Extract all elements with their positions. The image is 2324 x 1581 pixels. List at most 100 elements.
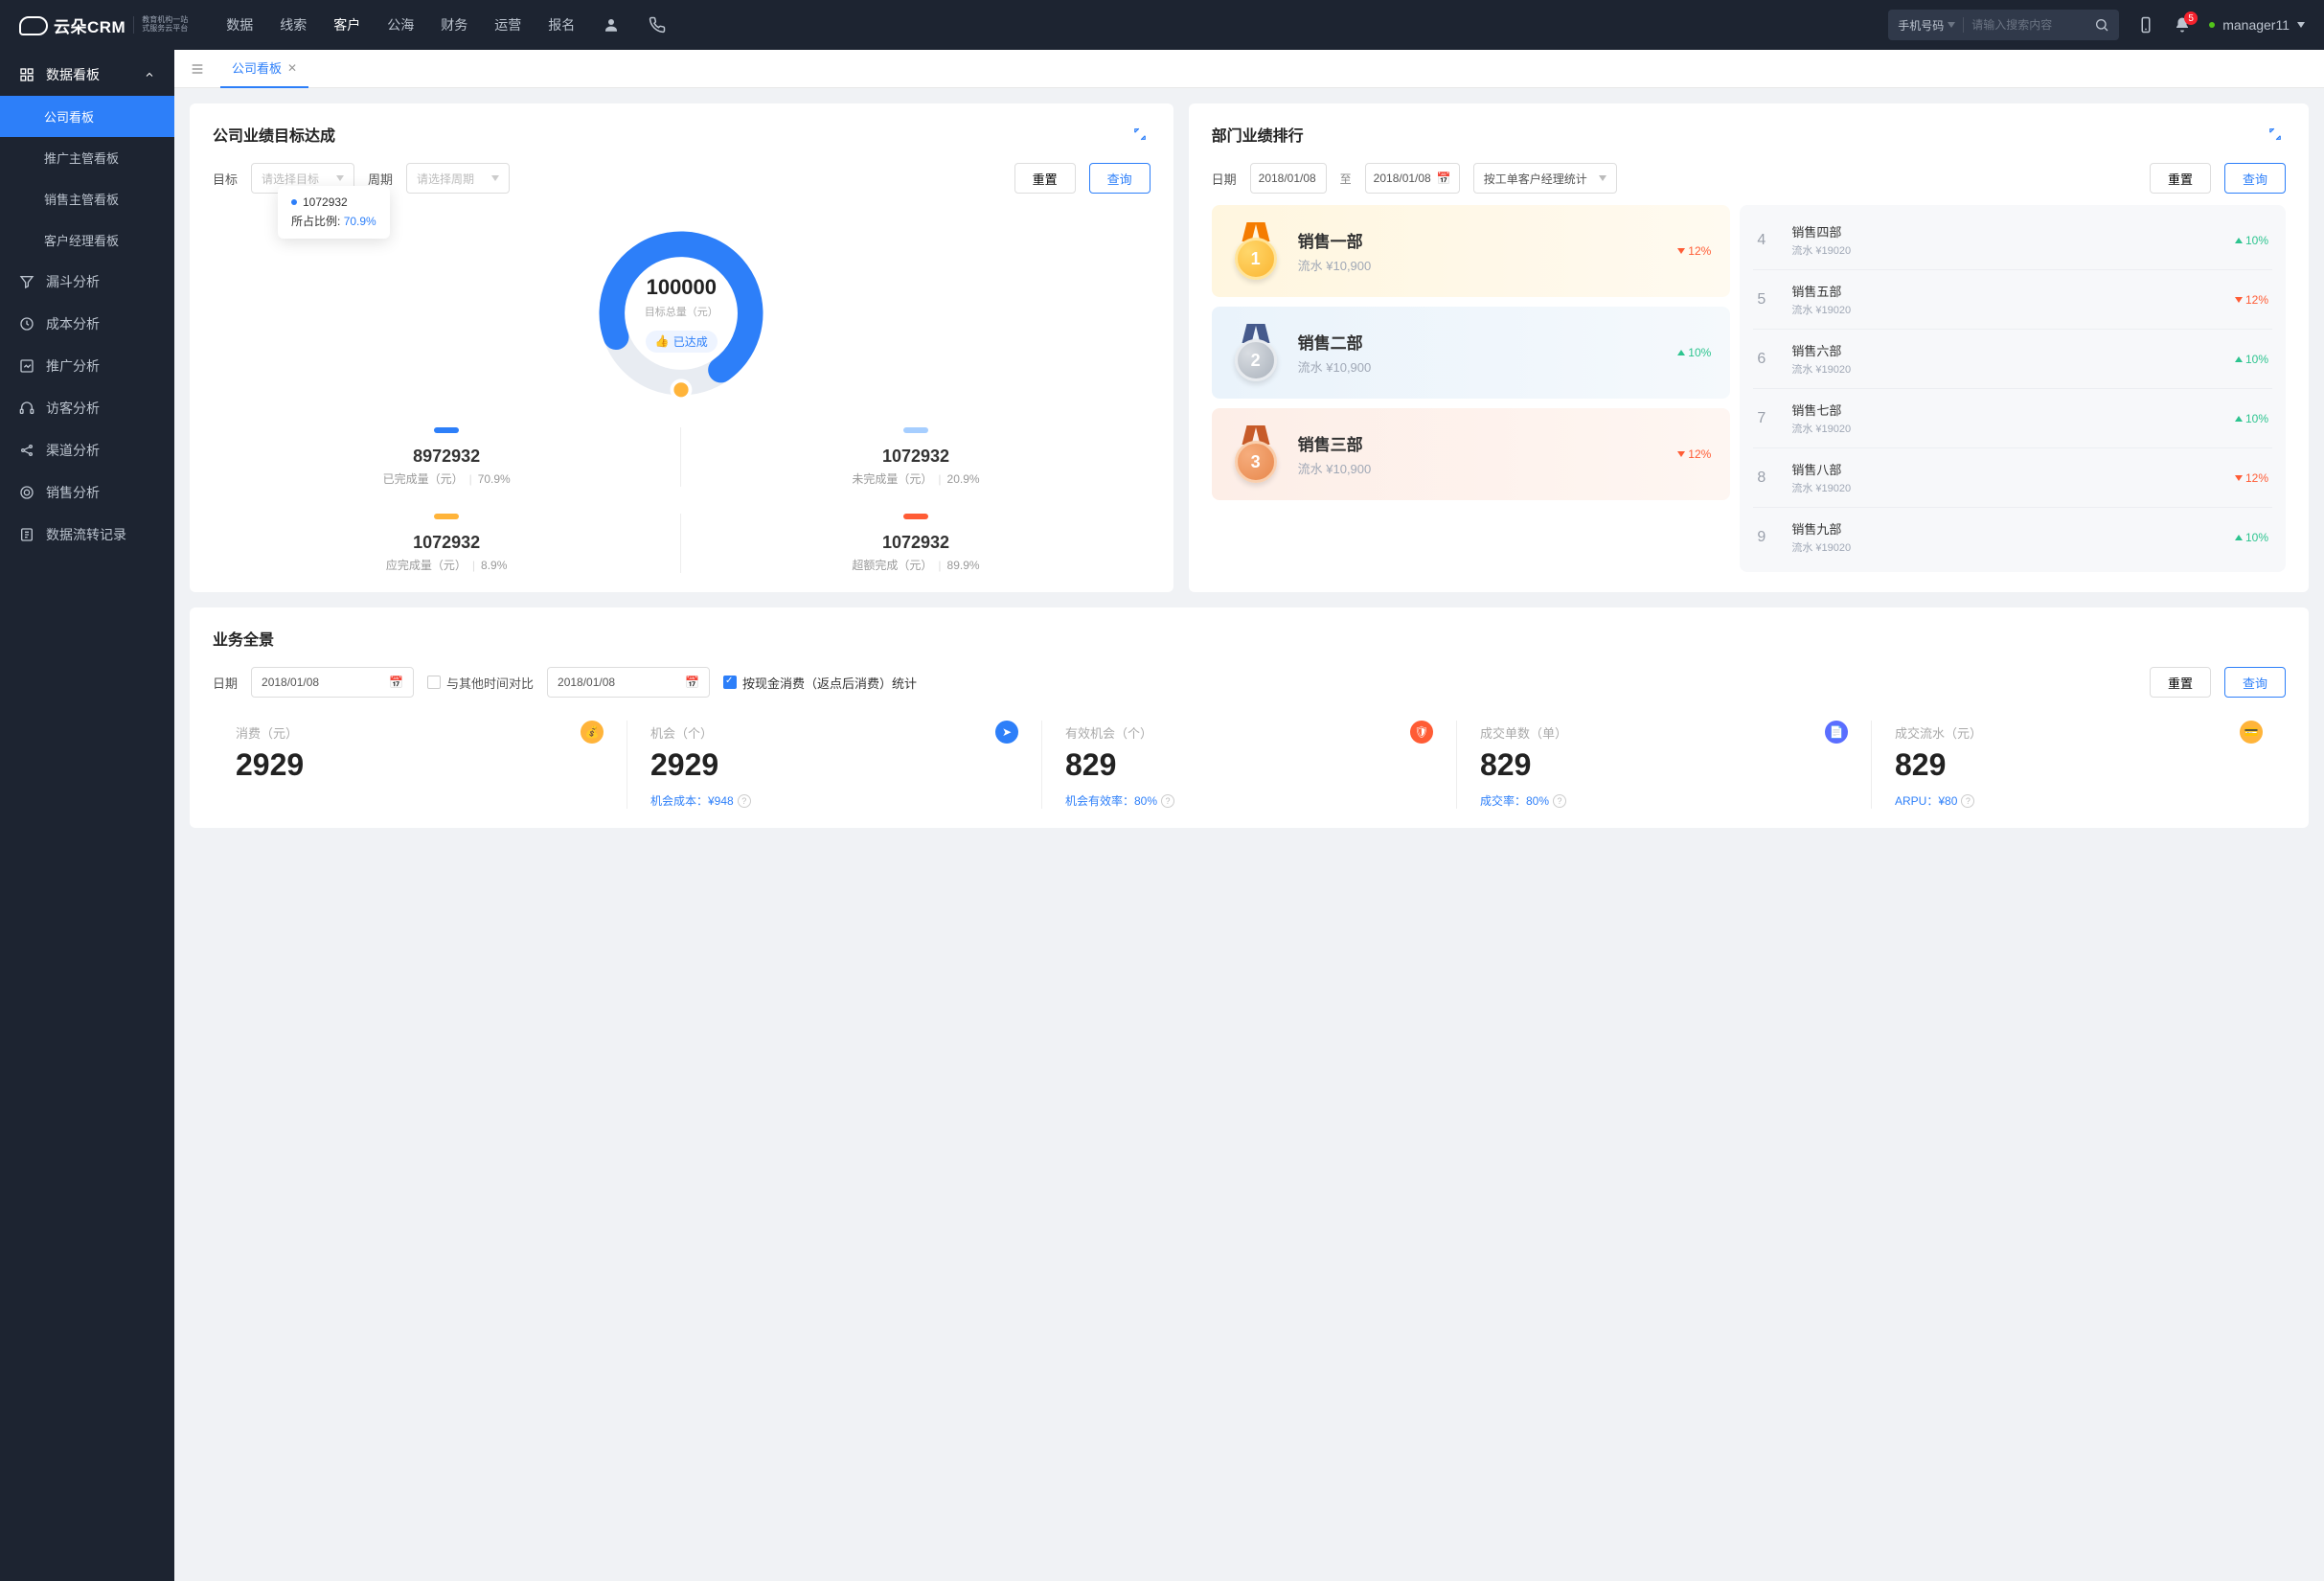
query-button[interactable]: 查询 — [2224, 667, 2286, 698]
metric-icon: 📄 — [1825, 721, 1848, 744]
log-icon — [19, 527, 34, 542]
query-button[interactable]: 查询 — [2224, 163, 2286, 194]
headset-icon — [19, 401, 34, 416]
chevron-down-icon — [1599, 175, 1606, 181]
sidebar-item-flow[interactable]: 数据流转记录 — [0, 514, 174, 556]
rank-card-1[interactable]: 1 销售一部流水 ¥10,900 12% — [1212, 205, 1731, 297]
metric-value: 2929 — [236, 747, 604, 783]
rank-card-3[interactable]: 3 销售三部流水 ¥10,900 12% — [1212, 408, 1731, 500]
metric-sub: 机会成本：¥948 ? — [650, 792, 1018, 809]
nav-public[interactable]: 公海 — [387, 15, 414, 34]
expand-icon[interactable] — [1129, 124, 1151, 145]
rank-name: 销售八部 — [1791, 460, 2221, 478]
rank-delta: 12% — [2235, 293, 2268, 307]
sidebar-item-company[interactable]: 公司看板 — [0, 96, 174, 137]
rank-name: 销售一部 — [1298, 228, 1661, 252]
calendar-icon: 📅 — [685, 676, 699, 689]
date-to-input[interactable]: 2018/01/08📅 — [1365, 163, 1460, 194]
metric-card: 消费（元）💰 2929 — [213, 721, 627, 809]
help-icon[interactable]: ? — [1961, 794, 1974, 808]
nav-customer[interactable]: 客户 — [333, 15, 360, 34]
achieved-badge: 👍已达成 — [646, 331, 718, 353]
chevron-down-icon — [2297, 22, 2305, 28]
medal-icon: 2 — [1231, 324, 1281, 381]
rank-mode-select[interactable]: 按工单客户经理统计 — [1473, 163, 1617, 194]
compare-date-input[interactable]: 2018/01/08📅 — [547, 667, 710, 698]
sidebar-item-promo[interactable]: 推广分析 — [0, 345, 174, 387]
rank-delta: 10% — [2235, 234, 2268, 247]
rank-name: 销售六部 — [1791, 341, 2221, 359]
person-icon[interactable] — [602, 15, 621, 34]
goal-donut-chart: 100000 目标总量（元） 👍已达成 — [590, 222, 772, 404]
metric-value: 829 — [1065, 747, 1433, 783]
sidebar-item-channel[interactable]: 渠道分析 — [0, 429, 174, 471]
rank-card-2[interactable]: 2 销售二部流水 ¥10,900 10% — [1212, 307, 1731, 399]
search-type-select[interactable]: 手机号码 — [1898, 17, 1955, 34]
metric-card: 成交单数（单）📄 829成交率：80% ? — [1457, 721, 1872, 809]
phone-icon[interactable] — [648, 15, 667, 34]
close-icon[interactable]: ✕ — [287, 61, 297, 75]
rank-delta: 10% — [2235, 531, 2268, 544]
metric-value: 829 — [1895, 747, 2263, 783]
reset-button[interactable]: 重置 — [1014, 163, 1076, 194]
metric-card: 机会（个）➤ 2929机会成本：¥948 ? — [627, 721, 1042, 809]
nav-ops[interactable]: 运营 — [494, 15, 521, 34]
nav-finance[interactable]: 财务 — [441, 15, 467, 34]
rank-rest-list: 4 销售四部流水 ¥19020 10%5 销售五部流水 ¥19020 12%6 … — [1740, 205, 2286, 572]
sidebar-item-sales-lead[interactable]: 销售主管看板 — [0, 178, 174, 219]
query-button[interactable]: 查询 — [1089, 163, 1151, 194]
rank-number: 5 — [1757, 291, 1778, 309]
sidebar-item-cost[interactable]: 成本分析 — [0, 303, 174, 345]
panel-overview-title: 业务全景 — [213, 627, 274, 650]
expand-icon[interactable] — [2265, 124, 2286, 145]
logo: 云朵CRM 教育机构一站式服务云平台 — [19, 13, 188, 37]
period-select[interactable]: 请选择周期 — [406, 163, 510, 194]
rank-row[interactable]: 6 销售六部流水 ¥19020 10% — [1753, 330, 2272, 389]
overview-date-input[interactable]: 2018/01/08📅 — [251, 667, 414, 698]
sidebar-item-funnel[interactable]: 漏斗分析 — [0, 261, 174, 303]
metric-sub: 机会有效率：80% ? — [1065, 792, 1433, 809]
metric-sub: ARPU：¥80 ? — [1895, 792, 2263, 809]
sidebar-group-dashboard[interactable]: 数据看板 — [0, 54, 174, 96]
search-icon[interactable] — [2094, 17, 2109, 33]
metric-label: 成交单数（单） — [1480, 723, 1567, 742]
bell-icon[interactable]: 5 — [2173, 15, 2192, 34]
rank-delta: 12% — [2235, 471, 2268, 485]
rank-row[interactable]: 4 销售四部流水 ¥19020 10% — [1753, 211, 2272, 270]
cash-checkbox[interactable]: 按现金消费（返点后消费）统计 — [723, 674, 917, 692]
rank-row[interactable]: 7 销售七部流水 ¥19020 10% — [1753, 389, 2272, 448]
rank-sub: 流水 ¥19020 — [1791, 421, 2221, 436]
date-from-input[interactable]: 2018/01/08 — [1250, 163, 1327, 194]
panel-rank-title: 部门业绩排行 — [1212, 123, 1304, 146]
metric-label: 成交流水（元） — [1895, 723, 1982, 742]
sidebar-item-visitor[interactable]: 访客分析 — [0, 387, 174, 429]
sidebar-item-promo-lead[interactable]: 推广主管看板 — [0, 137, 174, 178]
sidebar-item-account-mgr[interactable]: 客户经理看板 — [0, 219, 174, 261]
collapse-sidebar-button[interactable] — [186, 57, 209, 80]
metric-card: 有效机会（个）🛡 829机会有效率：80% ? — [1042, 721, 1457, 809]
help-icon[interactable]: ? — [1553, 794, 1566, 808]
sidebar-item-sales[interactable]: 销售分析 — [0, 471, 174, 514]
nav-enroll[interactable]: 报名 — [548, 15, 575, 34]
compare-checkbox[interactable]: 与其他时间对比 — [427, 674, 534, 692]
rank-row[interactable]: 9 销售九部流水 ¥19020 10% — [1753, 508, 2272, 566]
calendar-icon: 📅 — [389, 676, 403, 689]
mobile-icon[interactable] — [2136, 15, 2155, 34]
rank-sub: 流水 ¥19020 — [1791, 539, 2221, 555]
tab-company-board[interactable]: 公司看板✕ — [220, 50, 308, 88]
rank-row[interactable]: 8 销售八部流水 ¥19020 12% — [1753, 448, 2272, 508]
reset-button[interactable]: 重置 — [2150, 163, 2211, 194]
nav-lead[interactable]: 线索 — [280, 15, 307, 34]
user-menu[interactable]: manager11 — [2209, 17, 2305, 33]
funnel-icon — [19, 274, 34, 289]
rank-row[interactable]: 5 销售五部流水 ¥19020 12% — [1753, 270, 2272, 330]
help-icon[interactable]: ? — [1161, 794, 1174, 808]
chevron-down-icon — [1948, 22, 1955, 28]
search-input[interactable] — [1971, 18, 2086, 32]
rank-sub: 流水 ¥10,900 — [1298, 256, 1661, 274]
metric-icon: ➤ — [995, 721, 1018, 744]
reset-button[interactable]: 重置 — [2150, 667, 2211, 698]
nav-data[interactable]: 数据 — [226, 15, 253, 34]
rank-sub: 流水 ¥19020 — [1791, 242, 2221, 258]
help-icon[interactable]: ? — [738, 794, 751, 808]
